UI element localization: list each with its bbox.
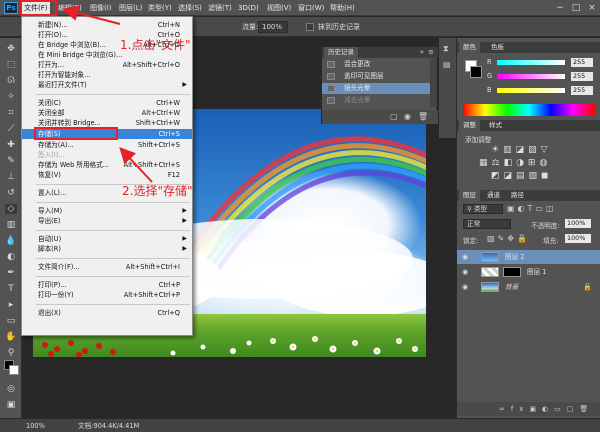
annotation-step-1: 1.点击"文件" [120, 38, 191, 52]
zoom-level[interactable]: 100% [26, 419, 45, 432]
annotation-arrows [62, 5, 153, 183]
status-bar: 100% 文档:904.4K/4.41M [0, 418, 600, 432]
document-size: 文档:904.4K/4.41M [78, 422, 140, 430]
annotation-step-2: 2.选择"存储" [122, 184, 193, 198]
